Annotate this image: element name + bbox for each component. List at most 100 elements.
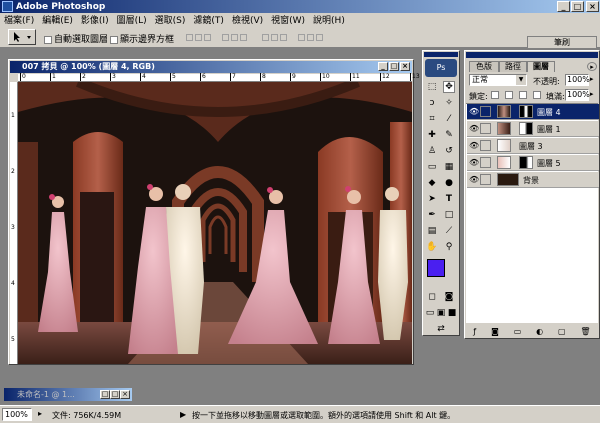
align-vcenter-icon[interactable] (195, 34, 202, 41)
distribute-top-icon[interactable] (261, 34, 269, 41)
align-hcenter-icon[interactable] (230, 34, 238, 41)
lock-all-checkbox[interactable] (533, 91, 541, 99)
status-arrow-icon[interactable]: ▸ (38, 409, 48, 419)
slice-tool-icon[interactable]: ⁄ (443, 113, 455, 125)
opacity-arrow-icon[interactable]: ▸ (590, 75, 594, 83)
distribute-left-icon[interactable] (297, 34, 305, 41)
gradient-tool-icon[interactable]: ▦ (443, 161, 455, 173)
lock-transparency-checkbox[interactable] (491, 91, 499, 99)
move-tool-icon[interactable]: ✥ (443, 81, 455, 93)
tab-channels[interactable]: 色版 (469, 61, 499, 72)
crop-tool-icon[interactable]: ⌗ (426, 113, 438, 125)
type-tool-icon[interactable]: T (443, 193, 455, 205)
eye-icon[interactable]: 👁 (469, 142, 479, 150)
link-slot-icon[interactable] (480, 123, 491, 134)
new-layer-icon[interactable]: ▢ (558, 327, 566, 336)
palette-menu-icon[interactable]: ▸ (587, 62, 597, 71)
layer-style-icon[interactable]: ƒ (473, 327, 476, 336)
layer-row-1[interactable]: 👁 圖層 1 (467, 121, 599, 137)
tab-layers[interactable]: 圖層 (527, 61, 555, 72)
link-slot-icon[interactable] (480, 140, 491, 151)
adjustment-layer-icon[interactable]: ◐ (536, 327, 543, 336)
standard-mode-icon[interactable]: ◻ (426, 291, 438, 303)
hand-tool-icon[interactable]: ✋ (426, 241, 438, 253)
brush-tool-icon[interactable]: ✎ (443, 129, 455, 141)
distribute-right-icon[interactable] (315, 34, 323, 41)
screen-mode-standard-icon[interactable]: ▭ (425, 307, 435, 319)
clone-stamp-tool-icon[interactable]: ♙ (426, 145, 438, 157)
align-right-icon[interactable] (239, 34, 247, 41)
blend-mode-select[interactable]: 正常 ▼ (469, 74, 527, 86)
tab-paths[interactable]: 路徑 (499, 61, 527, 72)
new-set-icon[interactable]: ▭ (514, 327, 522, 336)
fill-arrow-icon[interactable]: ▸ (590, 90, 594, 98)
distribute-vcenter-icon[interactable] (270, 34, 278, 41)
show-bounds-checkbox[interactable] (110, 35, 118, 44)
eye-icon[interactable]: 👁 (469, 125, 479, 133)
lasso-tool-icon[interactable]: ↄ (426, 97, 438, 109)
minimize-button[interactable]: _ (557, 1, 570, 12)
menu-window[interactable]: 視窗(W) (271, 13, 305, 26)
layer-row-background[interactable]: 👁 背景 (467, 172, 599, 188)
healing-brush-tool-icon[interactable]: ✚ (426, 129, 438, 141)
close-button[interactable]: × (586, 1, 599, 12)
distribute-hcenter-icon[interactable] (306, 34, 314, 41)
history-brush-tool-icon[interactable]: ↺ (443, 145, 455, 157)
marquee-tool-icon[interactable]: ⬚ (426, 81, 438, 93)
path-selection-tool-icon[interactable]: ➤ (426, 193, 438, 205)
jump-to-imageready-icon[interactable]: ⇄ (435, 323, 447, 335)
brushes-tab[interactable]: 筆刷 (527, 36, 597, 48)
eraser-tool-icon[interactable]: ▭ (426, 161, 438, 173)
dodge-tool-icon[interactable]: ● (443, 177, 455, 189)
auto-select-checkbox[interactable] (44, 35, 52, 44)
opacity-input[interactable]: 100% (565, 74, 590, 86)
eyedropper-tool-icon[interactable]: ⟋ (443, 225, 455, 237)
min-restore-button[interactable]: □ (100, 390, 110, 399)
eye-icon[interactable]: 👁 (469, 108, 479, 116)
layer-row-5[interactable]: 👁 圖層 5 (467, 155, 599, 171)
brush-link-icon[interactable] (480, 106, 491, 117)
align-top-icon[interactable] (186, 34, 193, 41)
menu-image[interactable]: 影像(I) (81, 13, 109, 26)
doc-minimize-button[interactable]: _ (378, 62, 388, 71)
quick-mask-mode-icon[interactable]: ◙ (443, 291, 455, 303)
menu-layer[interactable]: 圖層(L) (117, 13, 147, 26)
link-slot-icon[interactable] (480, 157, 491, 168)
foreground-color-swatch[interactable] (427, 259, 445, 277)
magic-wand-tool-icon[interactable]: ✧ (443, 97, 455, 109)
eye-icon[interactable]: 👁 (469, 159, 479, 167)
align-left-icon[interactable] (221, 34, 229, 41)
pen-tool-icon[interactable]: ✒ (426, 209, 438, 221)
eye-icon[interactable]: 👁 (469, 176, 479, 184)
menu-file[interactable]: 檔案(F) (4, 13, 34, 26)
minimized-document[interactable]: 未命名-1 @ 1... □ □ × (4, 388, 132, 401)
fill-input[interactable]: 100% (565, 89, 590, 101)
notes-tool-icon[interactable]: ▤ (426, 225, 438, 237)
min-maximize-button[interactable]: □ (110, 390, 120, 399)
zoom-input[interactable]: 100% (2, 408, 32, 421)
wedding-photo-canvas[interactable] (18, 82, 412, 364)
doc-maximize-button[interactable]: □ (389, 62, 399, 71)
menu-edit[interactable]: 編輯(E) (42, 13, 73, 26)
layer-row-3[interactable]: 👁 圖層 3 (467, 138, 599, 154)
layer-row-4[interactable]: 👁 圖層 4 (467, 104, 599, 120)
maximize-button[interactable]: □ (571, 1, 584, 12)
link-slot-icon[interactable] (480, 174, 491, 185)
menu-help[interactable]: 說明(H) (313, 13, 345, 26)
screen-mode-full-icon[interactable]: ■ (447, 307, 457, 319)
zoom-tool-icon[interactable]: ⚲ (443, 241, 455, 253)
distribute-bottom-icon[interactable] (279, 34, 287, 41)
blur-tool-icon[interactable]: ◆ (426, 177, 438, 189)
lock-position-checkbox[interactable] (519, 91, 527, 99)
lock-pixels-checkbox[interactable] (505, 91, 513, 99)
align-bottom-icon[interactable] (204, 34, 211, 41)
screen-mode-full-menu-icon[interactable]: ▣ (436, 307, 446, 319)
add-mask-icon[interactable]: ◙ (491, 327, 499, 336)
min-close-button[interactable]: × (120, 390, 130, 399)
tool-preset-picker[interactable] (8, 29, 36, 45)
shape-tool-icon[interactable]: □ (443, 209, 455, 221)
doc-close-button[interactable]: × (400, 62, 410, 71)
menu-filter[interactable]: 濾鏡(T) (193, 13, 224, 26)
menu-view[interactable]: 檢視(V) (232, 13, 263, 26)
adobe-online-icon[interactable]: Ps (425, 59, 457, 77)
